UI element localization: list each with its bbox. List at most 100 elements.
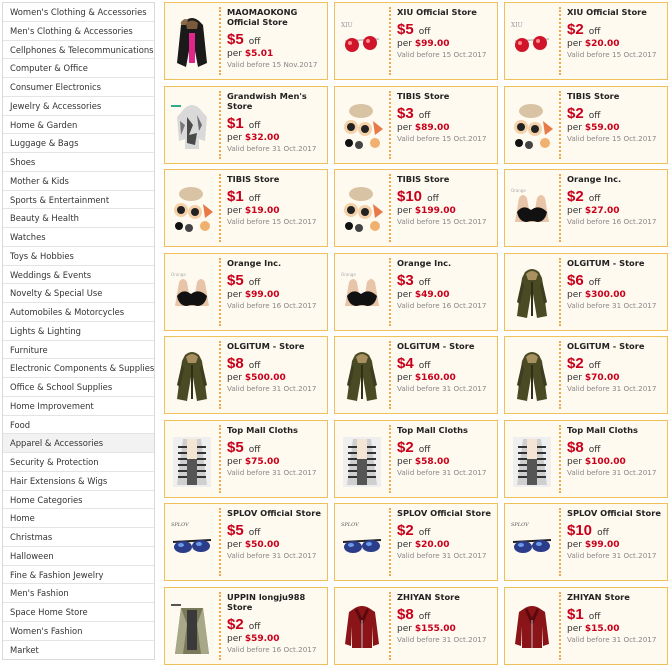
coupon-card[interactable]: OLGITUM - Store $6 off per $300.00 Valid be…: [504, 252, 668, 331]
coupon-grid: MAOMAOKONG Official Store $5 off per $5.01…: [164, 2, 668, 665]
sidebar-item[interactable]: Christmas: [3, 528, 154, 547]
sidebar-item[interactable]: Weddings & Events: [3, 266, 154, 285]
coupon-validity: Valid before 15 Nov.2017: [227, 60, 318, 69]
coupon-amount: $8: [397, 605, 414, 623]
goggles-icon: SPLOV: [509, 512, 555, 574]
sidebar-item[interactable]: Toys & Hobbies: [3, 247, 154, 266]
sidebar-item[interactable]: Home: [3, 509, 154, 528]
coupon-validity: Valid before 15 Oct.2017: [397, 217, 487, 226]
sidebar-item[interactable]: Security & Protection: [3, 453, 154, 472]
coupon-min-spend: $27.00: [584, 206, 620, 216]
sidebar-item[interactable]: Consumer Electronics: [3, 78, 154, 97]
sidebar-item[interactable]: Apparel & Accessories: [3, 434, 154, 453]
coupon-store-name: MAOMAOKONG Official Store: [227, 7, 298, 27]
sidebar-item[interactable]: Sports & Entertainment: [3, 191, 154, 210]
coupon-amount: $4: [397, 355, 414, 372]
sidebar-item[interactable]: Office & School Supplies: [3, 378, 154, 397]
coupon-card[interactable]: OLGITUM - Store $4 off per $160.00 Valid be…: [334, 336, 498, 414]
sidebar-item[interactable]: Cellphones & Telecommunications: [3, 41, 154, 60]
coupon-card[interactable]: Top Mall Cloths $8 off per $100.00 Valid be…: [504, 419, 668, 498]
sidebar-item[interactable]: Home & Garden: [3, 116, 154, 135]
sidebar-item[interactable]: Electronic Components & Supplies: [3, 359, 154, 378]
coupon-card[interactable]: OLGITUM - Store $2 off per $70.00 Valid bef…: [504, 336, 668, 414]
coupon-card[interactable]: Orange Orange Inc. $3 off per $49.00 Valid b…: [334, 252, 498, 331]
coupon-card[interactable]: TIBIS Store $2 off per $59.00 Valid before …: [504, 85, 668, 164]
coupon-min-spend: $99.00: [244, 289, 280, 300]
coupon-store-name: SPLOV Official Store: [567, 508, 661, 518]
sunglasses-icon: XIU: [509, 11, 555, 73]
coupon-card[interactable]: SPLOV SPLOV Official Store $10 off per $99.…: [504, 503, 668, 581]
hair-accessories-icon: [339, 178, 385, 240]
coupon-amount: $5: [397, 21, 414, 38]
sidebar-item[interactable]: Computer & Office: [3, 59, 154, 78]
sidebar-item[interactable]: Home Improvement: [3, 397, 154, 416]
sidebar-item[interactable]: Market: [3, 641, 154, 660]
coupon-amount: $5: [227, 522, 244, 539]
coupon-card[interactable]: OLGITUM - Store $8 off per $500.00 Valid be…: [164, 336, 328, 414]
coupon-card[interactable]: UPPIN longju988 Store $2 off per $59.00 Val…: [164, 586, 328, 665]
coupon-off-label: off: [248, 120, 261, 131]
coupon-perforation: [389, 424, 391, 493]
sidebar-item[interactable]: Women's Clothing & Accessories: [3, 3, 154, 22]
coupon-card[interactable]: Orange Orange Inc. $5 off per $99.00 Valid b…: [164, 252, 328, 331]
coupon-card[interactable]: Grandwish Men's Store $1 off per $32.00 Val…: [164, 85, 328, 164]
coupon-perforation: [219, 7, 221, 75]
coupon-off-label: off: [597, 528, 609, 538]
coupon-store-name: UPPIN longju988 Store: [227, 591, 306, 612]
goggles-icon: SPLOV: [339, 512, 385, 574]
coupon-per-label: per: [397, 456, 412, 467]
sidebar-item[interactable]: Fine & Fashion Jewelry: [3, 566, 154, 585]
sidebar-item[interactable]: Novelty & Special Use: [3, 284, 154, 303]
sidebar-item[interactable]: Hair Extensions & Wigs: [3, 472, 154, 491]
coupon-off-label: off: [248, 621, 261, 632]
sidebar-item[interactable]: Jewelry & Accessories: [3, 97, 154, 116]
sidebar-item[interactable]: Space Home Store: [3, 603, 154, 622]
sidebar-item[interactable]: Shoes: [3, 153, 154, 172]
coupon-card[interactable]: SPLOV SPLOV Official Store $5 off per $50.0…: [164, 503, 328, 581]
coupon-card[interactable]: Orange Orange Inc. $2 off per $27.00 Valid b…: [504, 169, 668, 247]
sidebar-item[interactable]: Halloween: [3, 547, 154, 566]
sidebar-item[interactable]: Mother & Kids: [3, 172, 154, 191]
coupon-amount: $3: [397, 271, 414, 289]
sidebar-item[interactable]: Beauty & Health: [3, 209, 154, 228]
coupon-card[interactable]: ZHIYAN Store $1 off per $15.00 Valid before…: [504, 586, 668, 665]
coupon-amount: $2: [567, 355, 584, 372]
coupon-card[interactable]: Top Mall Cloths $5 off per $75.00 Valid bef…: [164, 419, 328, 498]
coupon-per-label: per: [567, 623, 582, 634]
coupon-card[interactable]: Top Mall Cloths $2 off per $58.00 Valid bef…: [334, 419, 498, 498]
coupon-card[interactable]: MAOMAOKONG Official Store $5 off per $5.01…: [164, 2, 328, 80]
coupon-amount: $5: [227, 271, 244, 289]
sidebar-item[interactable]: Lights & Lighting: [3, 322, 154, 341]
coupon-amount: $5: [227, 438, 244, 456]
svg-text:SPLOV: SPLOV: [341, 522, 360, 528]
coupon-per-label: per: [397, 206, 412, 216]
coupon-perforation: [559, 90, 561, 159]
sidebar-item[interactable]: Luggage & Bags: [3, 134, 154, 153]
coupon-card[interactable]: XIU XIU Official Store $5 off per $99.00 Val…: [334, 2, 498, 80]
leather-jacket-icon: [509, 596, 555, 658]
coupon-off-label: off: [418, 27, 431, 37]
sidebar-item[interactable]: Home Categories: [3, 491, 154, 510]
sidebar-item[interactable]: Women's Fashion: [3, 622, 154, 641]
coupon-amount: $2: [397, 438, 414, 456]
coupon-min-spend: $59.00: [584, 122, 620, 133]
coupon-per-label: per: [227, 456, 242, 467]
coupon-min-spend: $99.00: [584, 540, 620, 550]
coupon-card[interactable]: XIU XIU Official Store $2 off per $20.00 Val…: [504, 2, 668, 80]
sidebar-item[interactable]: Automobiles & Motorcycles: [3, 303, 154, 322]
coupon-card[interactable]: TIBIS Store $3 off per $89.00 Valid before …: [334, 85, 498, 164]
coupon-card[interactable]: SPLOV SPLOV Official Store $2 off per $20.0…: [334, 503, 498, 581]
sidebar-item[interactable]: Food: [3, 416, 154, 435]
sidebar-item[interactable]: Watches: [3, 228, 154, 247]
coupon-store-name: Orange Inc.: [397, 257, 452, 268]
coupon-off-label: off: [248, 277, 261, 288]
sidebar-item[interactable]: Men's Fashion: [3, 584, 154, 603]
coupon-perforation: [219, 341, 221, 409]
coupon-card[interactable]: TIBIS Store $1 off per $19.00 Valid before …: [164, 169, 328, 247]
coupon-min-spend: $300.00: [584, 289, 626, 300]
coupon-card[interactable]: TIBIS Store $10 off per $199.00 Valid befor…: [334, 169, 498, 247]
sidebar-item[interactable]: Men's Clothing & Accessories: [3, 22, 154, 41]
coupon-perforation: [559, 591, 561, 660]
sidebar-item[interactable]: Furniture: [3, 341, 154, 360]
coupon-card[interactable]: ZHIYAN Store $8 off per $155.00 Valid befor…: [334, 586, 498, 665]
